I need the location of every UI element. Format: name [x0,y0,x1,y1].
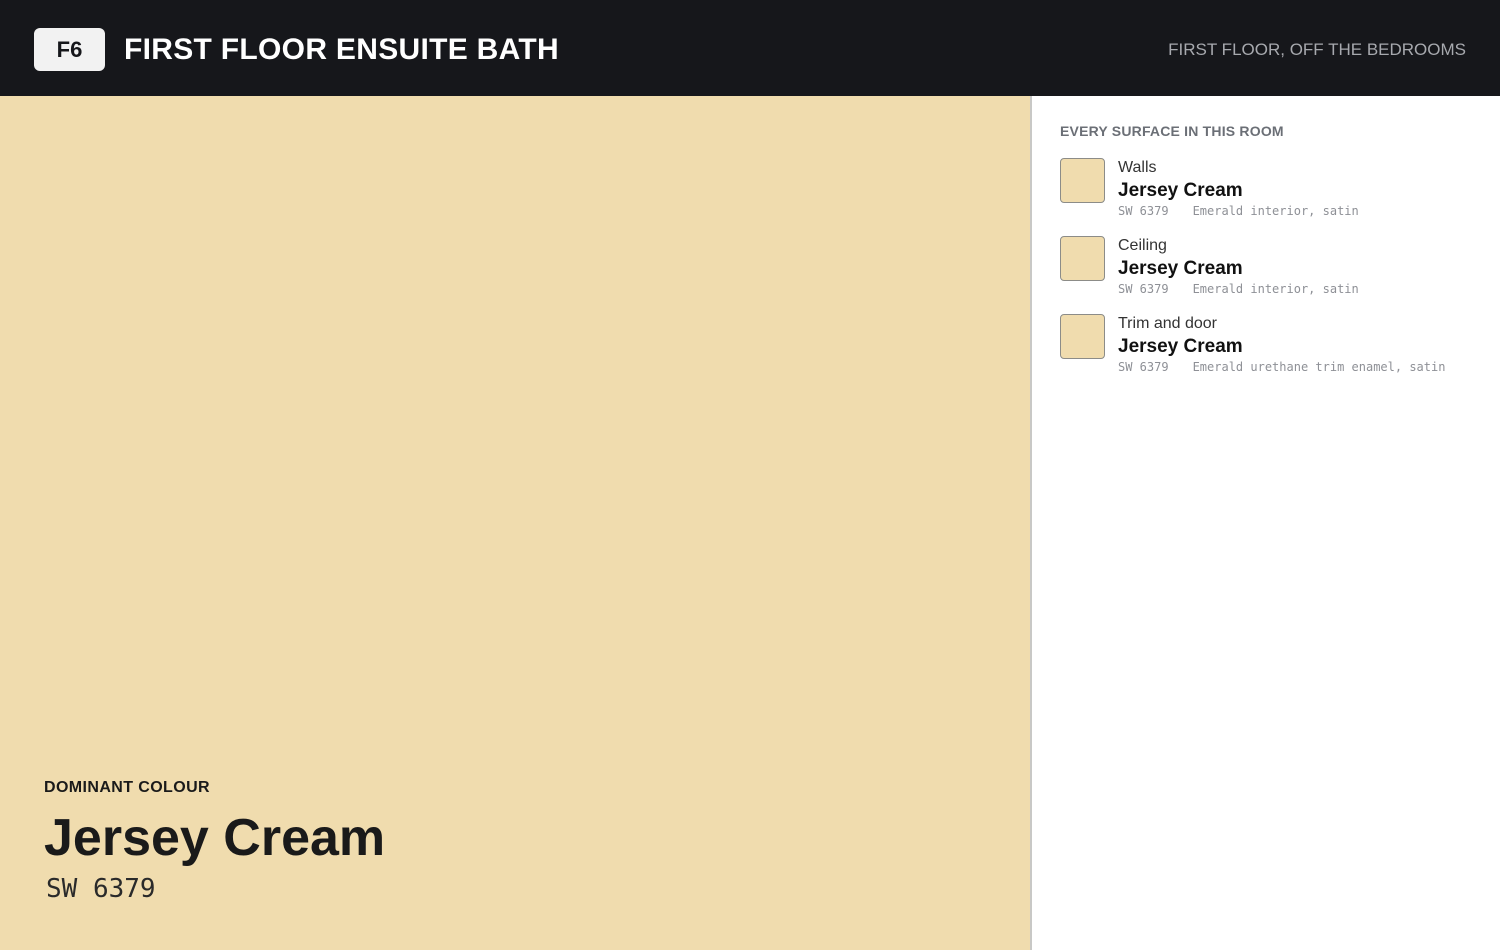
surface-colour-name: Jersey Cream [1118,336,1243,357]
surface-role: Walls [1118,159,1157,176]
dominant-colour-name: Jersey Cream [44,809,386,867]
dominant-colour-code: SW 6379 [46,874,156,904]
panel-heading: EVERY SURFACE IN THIS ROOM [1060,123,1284,139]
room-code-badge: F6 [34,28,105,71]
surface-item-trim-and-door: Trim and door Jersey Cream SW 6379 Emeral… [1060,314,1490,384]
surface-meta: SW 6379 Emerald urethane trim enamel, sat… [1118,359,1445,375]
dominant-colour-label: DOMINANT COLOUR [44,779,210,796]
colour-chip [1060,314,1105,359]
surface-role: Ceiling [1118,237,1167,254]
surface-colour-code: SW 6379 [1118,282,1169,296]
surface-item-ceiling: Ceiling Jersey Cream SW 6379 Emerald inte… [1060,236,1490,306]
surface-role: Trim and door [1118,315,1217,332]
surface-meta: SW 6379 Emerald interior, satin [1118,281,1359,297]
surface-product: Emerald interior, satin [1192,204,1359,218]
room-title: FIRST FLOOR ENSUITE BATH [124,33,559,66]
room-header: F6 FIRST FLOOR ENSUITE BATH FIRST FLOOR,… [0,0,1500,96]
surface-list-panel: EVERY SURFACE IN THIS ROOM Walls Jersey … [1030,96,1500,950]
surface-colour-name: Jersey Cream [1118,180,1243,201]
surface-item-walls: Walls Jersey Cream SW 6379 Emerald interi… [1060,158,1490,228]
surface-colour-code: SW 6379 [1118,360,1169,374]
colour-chip [1060,158,1105,203]
room-location: FIRST FLOOR, OFF THE BEDROOMS [1168,40,1466,59]
surface-colour-name: Jersey Cream [1118,258,1243,279]
surface-product: Emerald urethane trim enamel, satin [1192,360,1446,374]
colour-chip [1060,236,1105,281]
surface-product: Emerald interior, satin [1192,282,1359,296]
surface-colour-code: SW 6379 [1118,204,1169,218]
surface-meta: SW 6379 Emerald interior, satin [1118,203,1359,219]
